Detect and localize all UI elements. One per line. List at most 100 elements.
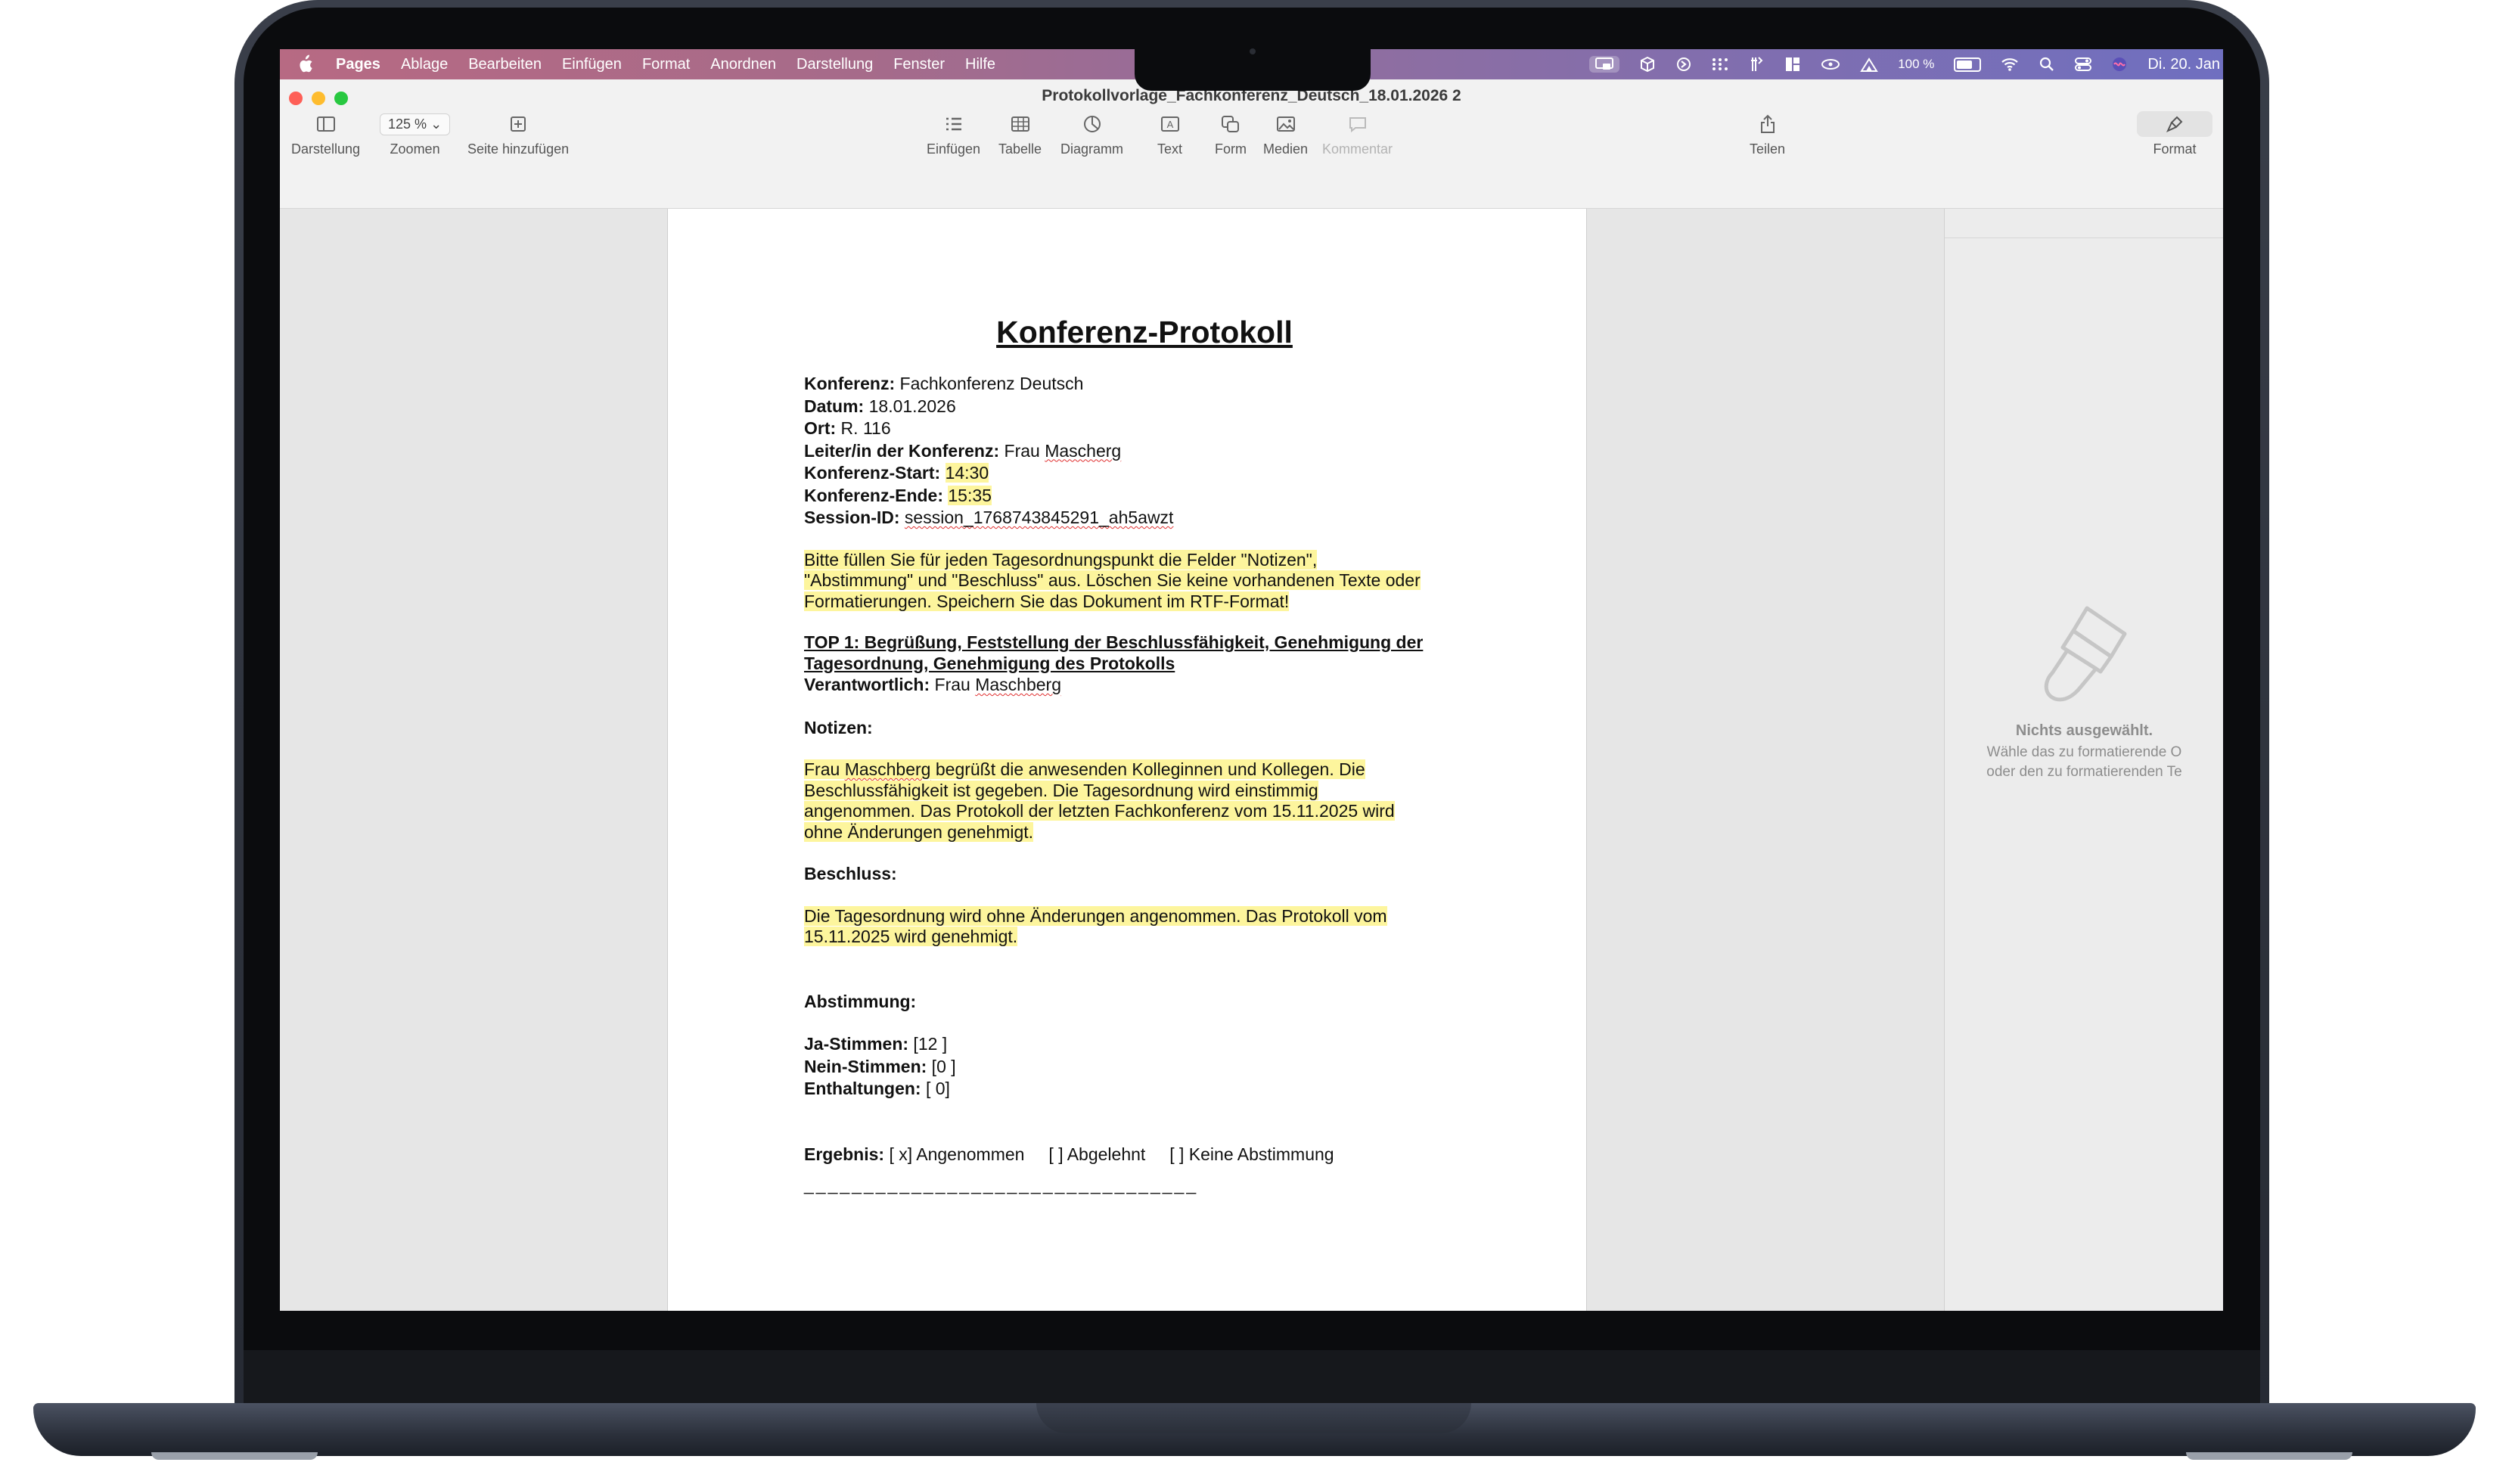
ende-line: Konferenz-Ende: 15:35 [804, 485, 1485, 508]
tabelle-button[interactable]: Tabelle [998, 111, 1042, 157]
zoom-popup[interactable]: 125 % ⌄ [380, 113, 451, 135]
datum-label: Datum: [804, 396, 865, 416]
verantwortlich-line: Verantwortlich: Frau Maschberg [804, 674, 1485, 697]
teilen-label: Teilen [1750, 141, 1786, 157]
sidebar-icon [316, 116, 335, 132]
kommentar-button[interactable]: Kommentar [1322, 111, 1393, 157]
nothing-selected-text: Nichts ausgewählt. [2015, 722, 2153, 739]
screen: Pages Ablage Bearbeiten Einfügen Format … [280, 49, 2223, 1311]
session-label: Session-ID: [804, 508, 900, 527]
datum-value: 18.01.2026 [864, 396, 956, 416]
ergebnis-value: [ x] Angenommen [ ] Abgelehnt [ ] Keine … [884, 1144, 1334, 1164]
verantwortlich-name: Maschberg [975, 675, 1062, 694]
start-value: 14:30 [945, 463, 989, 483]
kommentar-label: Kommentar [1322, 141, 1393, 157]
form-button[interactable]: Form [1215, 111, 1247, 157]
add-page-icon [511, 116, 526, 132]
zoom-control[interactable]: 125 % ⌄ Zoomen [380, 111, 451, 157]
diagramm-button[interactable]: Diagramm [1060, 111, 1123, 157]
nein-line: Nein-Stimmen: [0 ] [804, 1056, 1485, 1079]
text-button[interactable]: A Text [1157, 111, 1182, 157]
paintbrush-icon [2166, 116, 2183, 133]
menu-item-einfuegen[interactable]: Einfügen [562, 56, 622, 73]
inspector-hint-line-2: oder den zu formatierenden Te [1986, 764, 2182, 780]
wifi-icon[interactable] [2001, 56, 2019, 73]
notizen-line-1-name: Maschberg [844, 759, 931, 779]
document-title: Konferenz-Protokoll [996, 315, 1293, 349]
window-toolbar: Protokollvorlage_Fachkonferenz_Deutsch_1… [280, 79, 2223, 209]
grid-dots-icon[interactable] [1712, 56, 1728, 73]
screen-mirroring-icon[interactable] [1589, 56, 1620, 73]
konferenz-value: Fachkonferenz Deutsch [895, 374, 1084, 393]
datum-line: Datum: 18.01.2026 [804, 396, 1485, 418]
start-line: Konferenz-Start: 14:30 [804, 462, 1485, 485]
app-status-icon[interactable] [1675, 56, 1692, 73]
battery-icon[interactable] [1954, 56, 1982, 73]
enthaltungen-value: [ 0] [921, 1079, 950, 1098]
ort-line: Ort: R. 116 [804, 418, 1485, 440]
laptop-foot-right [2186, 1452, 2352, 1460]
menu-item-format[interactable]: Format [642, 56, 690, 73]
format-inspector: Nichts ausgewählt. Wähle das zu formatie… [1944, 209, 2223, 1311]
document-body[interactable]: Konferenz-Protokoll Konferenz: Fachkonfe… [804, 315, 1485, 1195]
menu-item-darstellung[interactable]: Darstellung [796, 56, 873, 73]
abstimmung-label: Abstimmung: [804, 991, 917, 1011]
menu-app-name[interactable]: Pages [336, 56, 380, 73]
battery-percentage[interactable]: 100 % [1898, 56, 1934, 73]
format-button[interactable]: Format [2137, 111, 2212, 157]
document-canvas[interactable]: Konferenz-Protokoll Konferenz: Fachkonfe… [280, 209, 1944, 1311]
leiter-value-name: Mascherg [1045, 440, 1122, 461]
konferenz-label: Konferenz: [804, 374, 896, 393]
darstellung-label: Darstellung [291, 141, 361, 157]
airdrop-icon[interactable] [1860, 56, 1878, 73]
darstellung-button[interactable]: Darstellung [291, 111, 360, 157]
leiter-line: Leiter/in der Konferenz: Frau Mascherg [804, 440, 1485, 463]
ergebnis-label: Ergebnis: [804, 1144, 885, 1164]
einfuegen-button[interactable]: Einfügen [927, 111, 980, 157]
separator-line: _________________________________ [804, 1175, 1199, 1194]
menu-item-hilfe[interactable]: Hilfe [965, 56, 995, 73]
notizen-label: Notizen: [804, 717, 873, 737]
start-label: Konferenz-Start: [804, 463, 941, 483]
instructions: Bitte füllen Sie für jeden Tagesordnungs… [804, 549, 1485, 613]
siri-icon[interactable] [2111, 56, 2128, 73]
display-icon[interactable] [1821, 56, 1840, 73]
verantwortlich-label: Verantwortlich: [804, 675, 930, 694]
top1-heading-line-1: TOP 1: Begrüßung, Feststellung der Besch… [804, 632, 1424, 652]
menu-clock[interactable]: Di. 20. Jan [2147, 56, 2220, 73]
nein-label: Nein-Stimmen: [804, 1056, 927, 1076]
apple-menu-icon[interactable] [297, 54, 313, 74]
document-page[interactable]: Konferenz-Protokoll Konferenz: Fachkonfe… [667, 209, 1587, 1311]
tools-icon[interactable] [1748, 56, 1765, 73]
form-label: Form [1215, 141, 1247, 157]
menu-item-bearbeiten[interactable]: Bearbeiten [468, 56, 542, 73]
teilen-button[interactable]: Teilen [1750, 111, 1785, 157]
leiter-value-pre: Frau [999, 440, 1045, 461]
chart-icon [1083, 116, 1101, 132]
leiter-label: Leiter/in der Konferenz: [804, 440, 1000, 461]
top1-heading-line-2: Tagesordnung, Genehmigung des Protokolls [804, 653, 1175, 673]
spotlight-search-icon[interactable] [2039, 56, 2055, 73]
media-icon [1276, 116, 1295, 132]
diagramm-label: Diagramm [1060, 141, 1124, 157]
notizen-line-4: ohne Änderungen genehmigt. [804, 821, 1034, 842]
menu-item-ablage[interactable]: Ablage [401, 56, 448, 73]
notizen-line-3: angenommen. Das Protokoll der letzten Fa… [804, 801, 1395, 821]
layout-icon[interactable] [1784, 56, 1801, 73]
konferenz-line: Konferenz: Fachkonferenz Deutsch [804, 373, 1485, 396]
text-box-icon: A [1160, 116, 1179, 132]
seite-hinzufuegen-button[interactable]: Seite hinzufügen [467, 111, 569, 157]
menu-item-anordnen[interactable]: Anordnen [710, 56, 776, 73]
cube-icon[interactable] [1639, 56, 1656, 73]
medien-button[interactable]: Medien [1263, 111, 1308, 157]
ja-label: Ja-Stimmen: [804, 1034, 909, 1054]
control-center-icon[interactable] [2075, 56, 2092, 73]
beschluss-label: Beschluss: [804, 864, 897, 883]
paintbrush-icon [2044, 606, 2126, 702]
shape-icon [1222, 116, 1239, 132]
beschluss-line-1: Die Tagesordnung wird ohne Änderungen an… [804, 905, 1387, 926]
ort-label: Ort: [804, 418, 837, 438]
menu-item-fenster[interactable]: Fenster [893, 56, 945, 73]
seite-hinzufuegen-label: Seite hinzufügen [467, 141, 570, 157]
notizen-line-2: Beschlussfähigkeit ist gegeben. Die Tage… [804, 780, 1318, 800]
